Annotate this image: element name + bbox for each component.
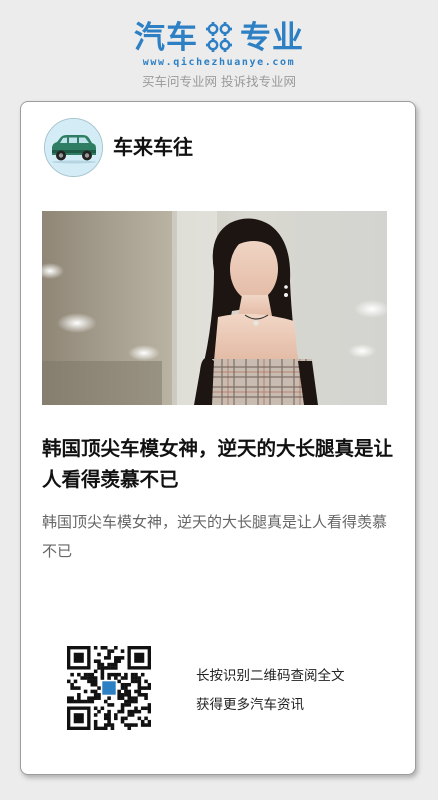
car-icon [45, 119, 102, 176]
logo-text-left: 汽车 [134, 20, 198, 56]
article-title[interactable]: 韩国顶尖车模女神，逆天的大长腿真是让人看得羡慕不已 [42, 433, 394, 495]
qr-caption-line2: 获得更多汽车资讯 [196, 697, 304, 713]
article-summary: 韩国顶尖车模女神，逆天的大长腿真是让人看得羡慕不已 [42, 513, 388, 560]
cover-photo [42, 211, 387, 405]
site-header: 汽车 专业 www.qichezhuanye.com 买车问专业网 投诉找专业网 [0, 0, 438, 100]
gears-icon [206, 22, 232, 52]
qr-caption: 长按识别二维码查阅全文 获得更多汽车资讯 [196, 662, 345, 720]
qr-code[interactable] [67, 646, 151, 730]
site-logo[interactable]: 汽车 专业 [0, 18, 438, 58]
qr-code-icon [67, 646, 151, 730]
cover-image[interactable] [42, 211, 387, 405]
author-avatar[interactable] [44, 118, 103, 177]
share-card: 车来车往 韩国顶尖车模女神，逆天的大长腿真是让人看得羡慕不已 韩国顶尖车模女神，… [20, 101, 416, 775]
qr-caption-line1: 长按识别二维码查阅全文 [196, 668, 345, 684]
logo-text-right: 专业 [240, 20, 304, 56]
author-name[interactable]: 车来车往 [113, 135, 193, 159]
site-tagline: 买车问专业网 投诉找专业网 [142, 74, 296, 89]
site-domain: www.qichezhuanye.com [142, 57, 296, 68]
